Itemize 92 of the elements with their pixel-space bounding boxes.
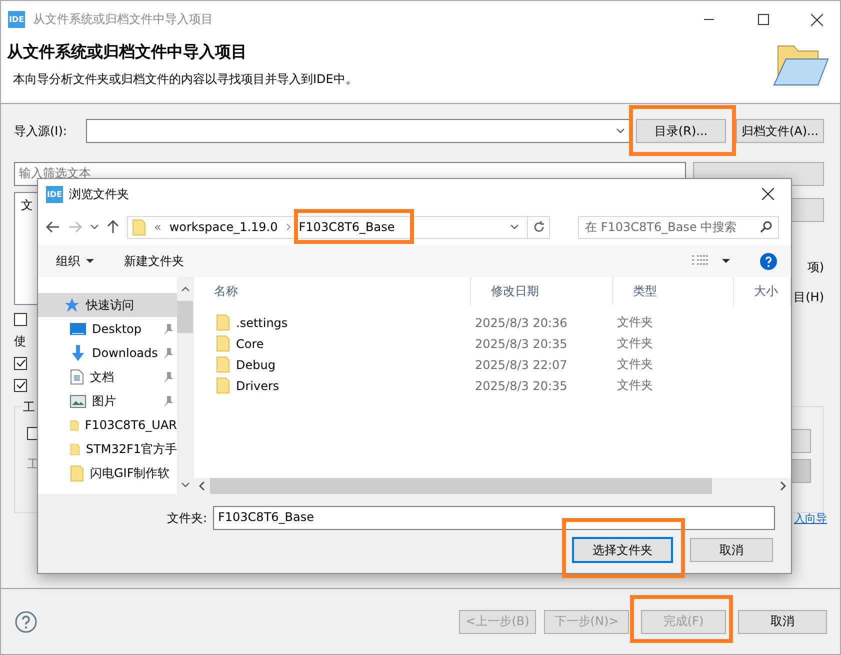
directory-button[interactable]: 目录(R)... [636,119,726,143]
window-title: 从文件系统或归档文件中导入项目 [33,11,214,28]
scrollbar[interactable] [177,277,193,494]
search-icon [760,221,772,233]
nav-item[interactable]: Downloads [38,341,177,365]
file-name-cell[interactable]: Drivers [194,377,471,394]
date-cell-text: 2025/8/3 20:35 [474,378,568,392]
pin-icon[interactable] [163,348,173,358]
scroll-down-icon[interactable] [180,482,190,488]
pin-icon[interactable] [163,372,173,382]
search-field[interactable]: 在 F103C8T6_Base 中搜索 [578,216,779,238]
file-name-cell[interactable]: Debug [194,356,471,373]
new-folder-button[interactable]: 新建文件夹 [124,252,184,270]
desktop-icon [70,322,86,336]
help-icon[interactable] [15,610,37,632]
type-cell-text: 文件夹 [616,377,654,394]
file-name-cell[interactable]: .settings [194,314,471,331]
option-label: 项) [807,259,824,276]
download-icon [70,345,86,361]
scroll-thumb[interactable] [177,301,193,333]
folder-icon [216,314,230,331]
dialog-title: 浏览文件夹 [69,186,130,202]
scroll-thumb[interactable] [210,478,712,494]
close-icon[interactable] [811,14,823,26]
checkbox[interactable] [14,356,27,370]
chevron-icon[interactable] [510,224,519,230]
minimize-icon[interactable] [704,18,714,20]
date-cell-text: 2025/8/3 20:35 [474,336,568,350]
close-icon[interactable] [762,188,774,200]
help-icon[interactable] [760,252,777,270]
page-description: 本向导分析文件夹或归档文件的内容以寻找项目并导入到IDE中。 [13,71,358,88]
source-label: 导入源(I): [14,122,68,140]
page-title: 从文件系统或归档文件中导入项目 [7,42,248,63]
view-icon[interactable] [692,255,708,267]
nav-item[interactable]: 闪电GIF制作软 [38,461,177,485]
wizard-link[interactable]: 入向导 [794,511,827,526]
column-header[interactable]: 类型 [613,277,734,305]
chevron-icon[interactable] [616,128,625,134]
organize-menu[interactable]: 组织 [56,252,94,270]
type-cell-text: 文件夹 [616,356,654,373]
column-header[interactable]: 名称 [194,277,471,305]
breadcrumb[interactable]: F103C8T6_Base [298,220,395,234]
dialog-button[interactable]: 选择文件夹 [573,538,672,562]
star-icon [64,297,80,313]
overflow-chevron[interactable]: « [154,220,162,234]
folder-icon [132,218,146,236]
up-arrow-icon[interactable] [107,220,119,234]
app-icon: IDE [8,11,25,28]
breadcrumb[interactable]: workspace_1.19.0 [169,220,278,234]
nav-item[interactable]: 图片 [38,389,177,413]
date-cell-text: 2025/8/3 20:36 [474,316,568,330]
refresh-icon[interactable] [532,221,544,233]
type-cell-text: 文件夹 [616,314,654,331]
address-bar[interactable]: « workspace_1.19.0 F103C8T6_Base [127,216,550,238]
pin-icon[interactable] [163,324,173,334]
folder-icon [70,464,84,482]
folder-input[interactable]: F103C8T6_Base [213,506,775,530]
separator-icon [286,223,291,231]
archive-button[interactable]: 归档文件(A)... [736,119,824,143]
column-header[interactable]: 大小 [734,277,791,305]
nav-item[interactable]: Desktop [38,317,177,341]
nav-item[interactable]: 快速访问 [38,293,177,317]
caret-icon[interactable] [86,258,94,264]
scroll-up-icon[interactable] [180,286,190,292]
nav-item[interactable]: STM32F1官方手 [38,437,177,461]
folder-icon [216,356,230,373]
chevron-icon[interactable] [90,224,99,230]
maximize-icon[interactable] [758,14,768,25]
checkbox[interactable] [14,312,27,326]
nav-item[interactable]: 文档 [38,365,177,389]
column-header[interactable]: 修改日期 [471,277,613,305]
option-text: 使 [14,332,26,350]
wizard-button[interactable]: 取消 [738,610,827,634]
app-icon: IDE [46,186,63,202]
pin-icon[interactable] [163,396,173,406]
type-cell-text: 文件夹 [616,335,654,352]
back-arrow-icon[interactable] [46,221,60,233]
horizontal-scrollbar[interactable] [194,478,791,494]
nav-item[interactable]: F103C8T6_UAR [38,413,177,437]
option-label: 目(H) [794,289,824,306]
folder-label: 文件夹: [166,510,207,526]
document-icon [70,369,84,385]
source-combobox[interactable] [86,119,630,143]
folder-icon [216,335,230,352]
file-name-cell[interactable]: Core [194,335,471,352]
dialog-button[interactable]: 取消 [690,538,773,562]
list-text: 文 [21,198,33,212]
date-cell-text: 2025/8/3 22:07 [474,358,568,372]
picture-icon [70,394,86,408]
folder-icon [216,377,230,394]
checkbox[interactable] [14,378,27,392]
caret-icon[interactable] [722,258,730,264]
